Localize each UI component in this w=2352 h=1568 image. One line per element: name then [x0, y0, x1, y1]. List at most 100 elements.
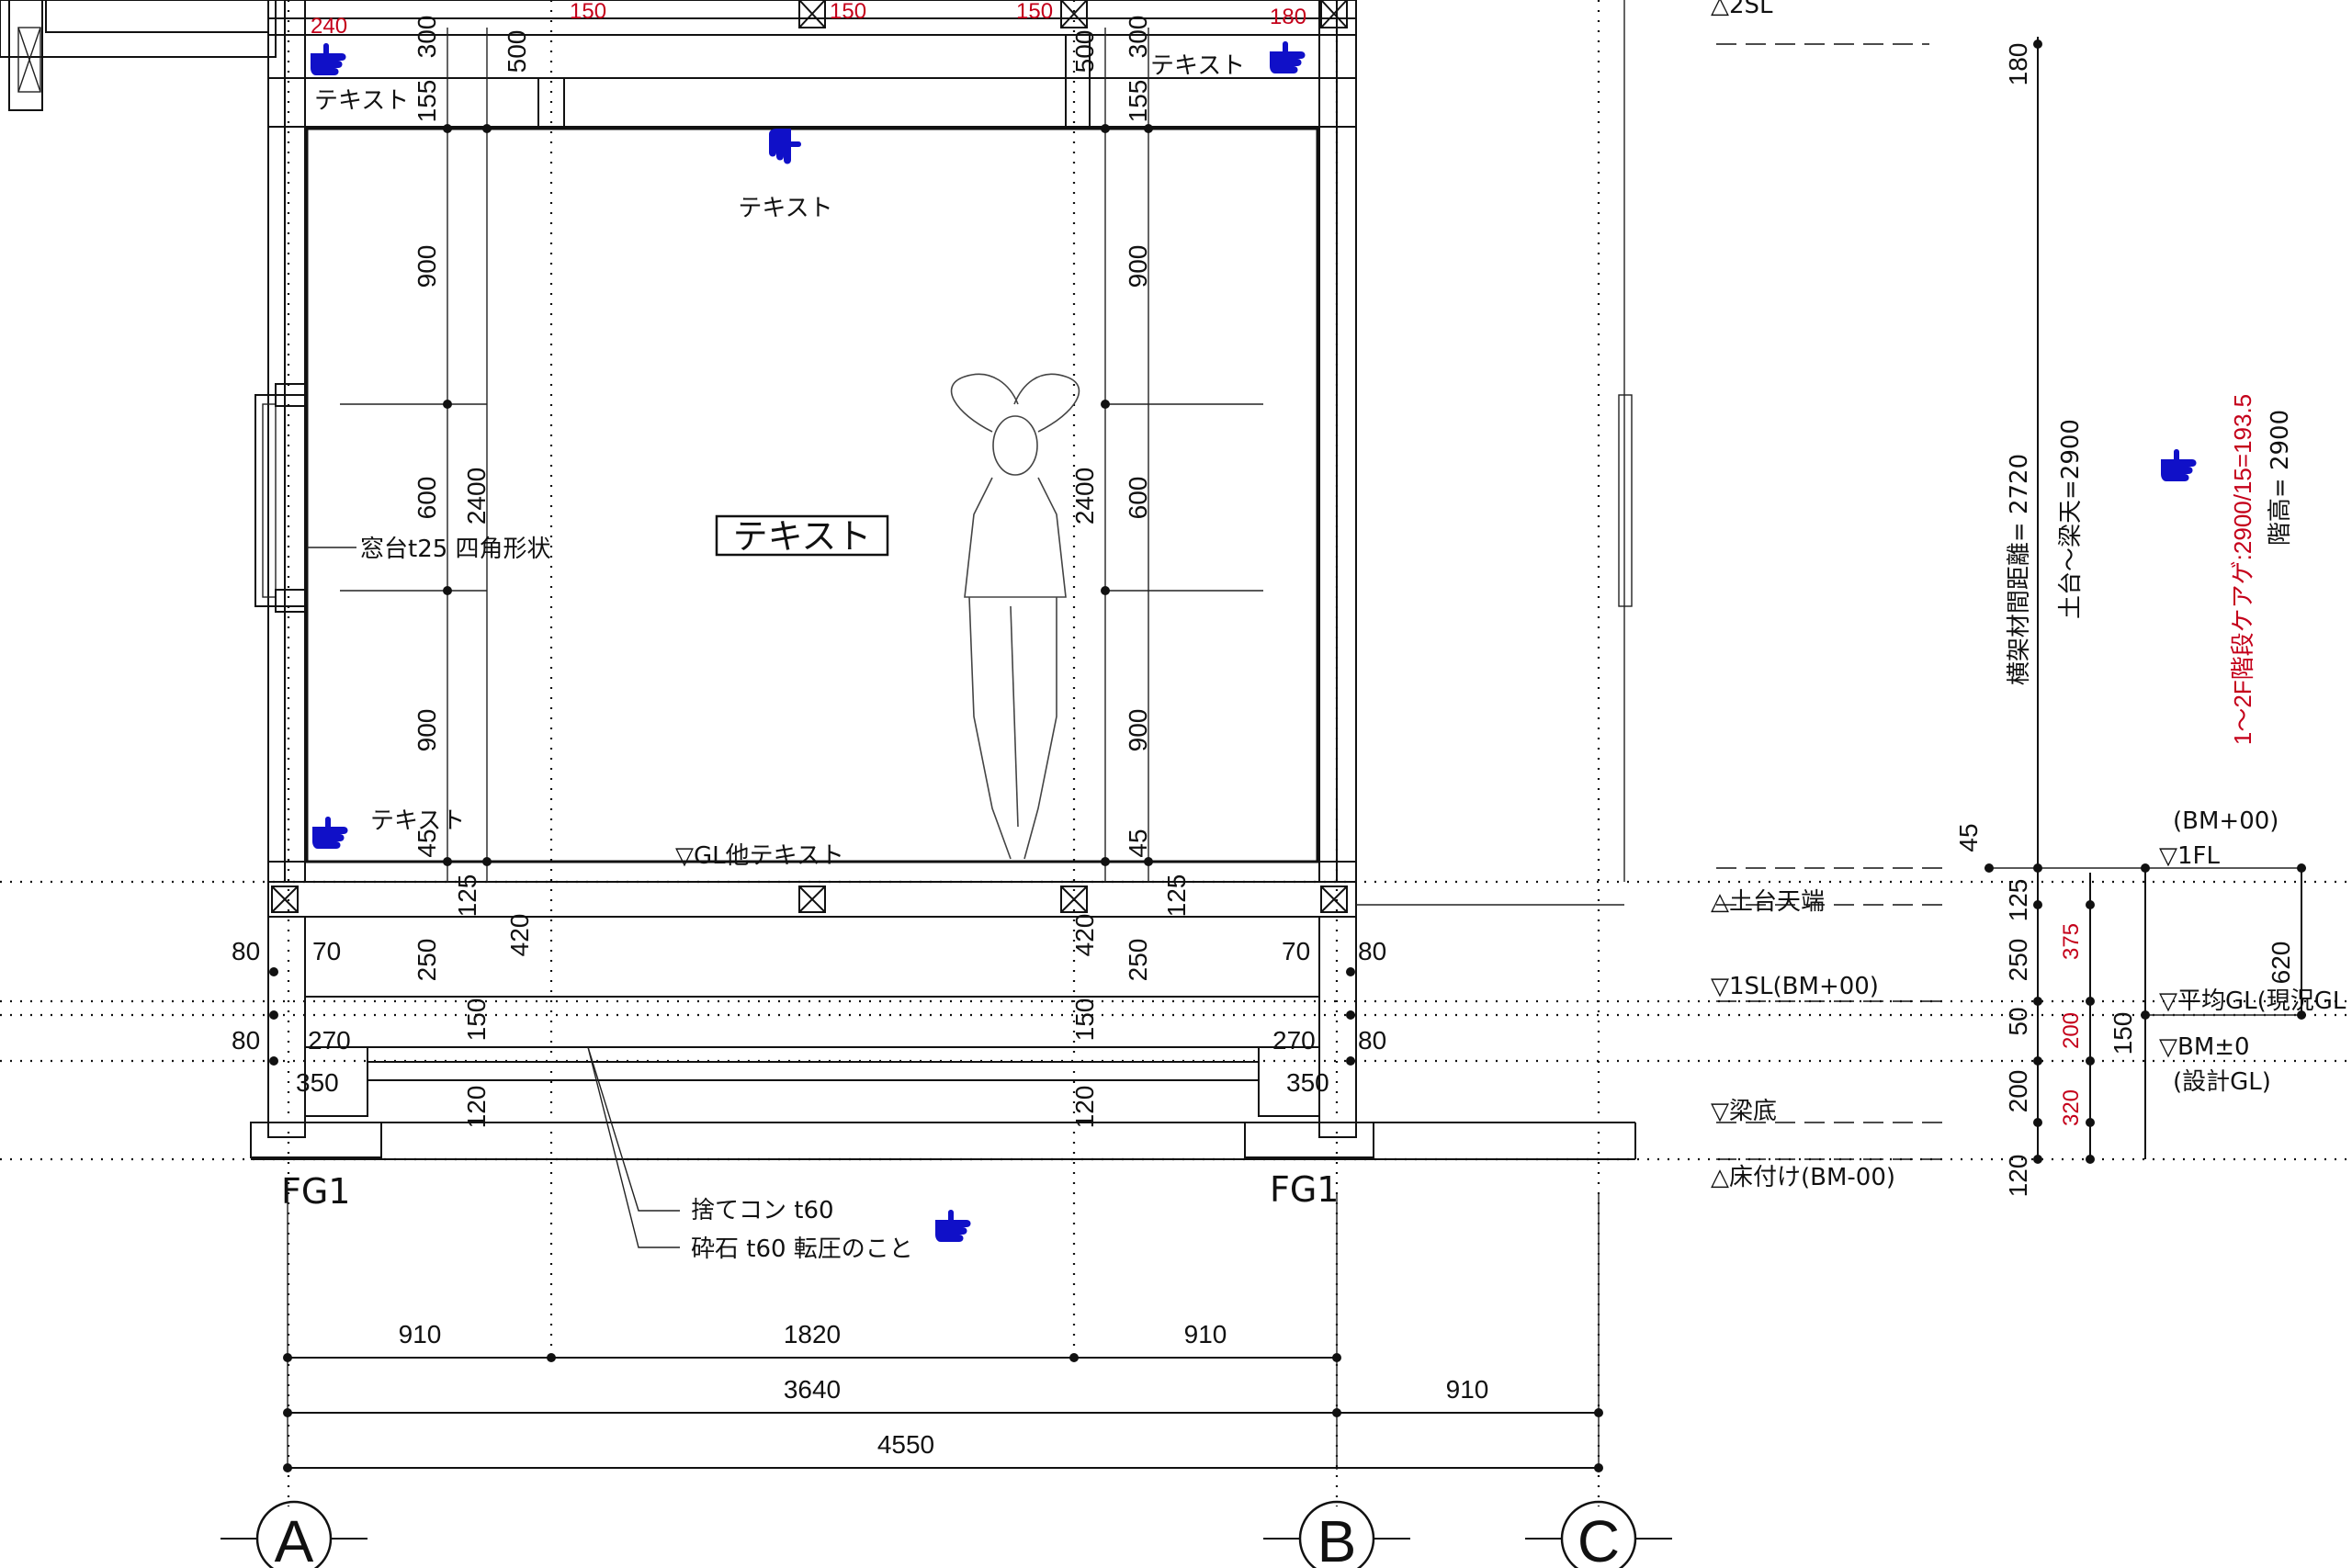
callout-top-left: テキスト: [314, 87, 409, 115]
dimension-point: [1346, 967, 1355, 976]
dim-foundation: 350: [296, 1068, 339, 1097]
dimension-point: [1594, 1408, 1603, 1417]
dim-wall: 900: [413, 245, 441, 288]
grid-bubble-c: C: [1525, 1500, 1672, 1568]
dimension-point: [2086, 1118, 2095, 1127]
dimension-point: [2141, 863, 2150, 873]
pointing-hand-icon: [769, 129, 801, 164]
dimension-point: [482, 124, 492, 133]
bottom-dimensions: 910 1820 910 3640 910 4550: [399, 1320, 1489, 1459]
dimension-point: [2086, 900, 2095, 909]
dim-level: 200: [2004, 1070, 2032, 1113]
dimension-point: [2086, 1155, 2095, 1164]
note-kaidaka: 階高= 2900: [2267, 410, 2294, 546]
dim-bottom: 3640: [784, 1375, 841, 1404]
level-lines: [0, 880, 2352, 1161]
dim-wall: 900: [1124, 245, 1152, 288]
note-dodai-hari: 土台～梁天=2900: [2057, 419, 2085, 619]
dimension-point: [269, 1010, 278, 1020]
dim-top: 500: [503, 30, 531, 73]
pointing-hand-icon: [312, 817, 348, 849]
grid-label-b: B: [1317, 1508, 1357, 1568]
dim-top-red: 150: [1016, 0, 1053, 24]
dimension-point: [443, 586, 452, 595]
dim-foundation: 150: [1070, 998, 1099, 1042]
dim-foundation: 250: [1124, 939, 1152, 982]
dim-level-red: 200: [2059, 1012, 2084, 1049]
grid-bubble-b: B: [1263, 1500, 1410, 1568]
callout-top-center: テキスト: [738, 195, 832, 222]
dim-top-red: 180: [1270, 5, 1306, 29]
foundation: [250, 916, 1636, 1248]
dimension-point: [1346, 1010, 1355, 1020]
dim-level-red: 375: [2059, 923, 2084, 960]
dimension-point: [443, 124, 452, 133]
dimension-point: [1594, 1463, 1603, 1472]
dim-wall: 125: [1162, 874, 1191, 918]
dimension-point: [443, 400, 452, 409]
dimension-point: [547, 1353, 556, 1362]
dim-level: 50: [2004, 1007, 2032, 1035]
dimension-point: [1101, 124, 1110, 133]
dim-bottom: 4550: [877, 1430, 934, 1459]
pointing-hand-icon: [1270, 41, 1306, 73]
dimension-points: [269, 39, 2306, 1472]
dimension-point: [283, 1463, 292, 1472]
dim-foundation: 80: [1358, 937, 1386, 965]
window-sill-note: 窓台t25 四角形状: [360, 536, 551, 563]
dimension-lines: [287, 28, 2306, 1470]
dim-foundation: 80: [232, 1026, 260, 1055]
dimension-point: [1332, 1353, 1341, 1362]
callout-top-right: テキスト: [1150, 52, 1245, 80]
level-1fl: ▽1FL: [2159, 842, 2220, 870]
grid-label-a: A: [275, 1508, 314, 1568]
level-yuka: △床付け(BM-00): [1711, 1164, 1895, 1191]
dimension-point: [1101, 400, 1110, 409]
dimension-point: [1984, 863, 1994, 873]
dim-wall: 45: [1124, 829, 1152, 857]
dim-wall: 900: [413, 709, 441, 752]
dim-wall: 600: [1124, 477, 1152, 520]
wall-dimensions-right: 900 600 900 2400 45 125: [1070, 245, 1191, 918]
dimension-point: [1101, 857, 1110, 866]
dim-foundation: 80: [232, 937, 260, 965]
dimension-point: [283, 1353, 292, 1362]
dimension-point: [2033, 1056, 2042, 1066]
level-1sl: ▽1SL(BM+00): [1711, 973, 1879, 1000]
level-bm00: (BM+00): [2173, 807, 2278, 835]
dim-bottom: 910: [1446, 1375, 1489, 1404]
level-design-gl: (設計GL): [2173, 1068, 2271, 1096]
dimension-point: [2033, 39, 2042, 49]
dimension-point: [1332, 1408, 1341, 1417]
dim-foundation: 150: [462, 998, 491, 1042]
grid-bubble-a: A: [220, 1500, 368, 1568]
note-stair: 1～2F階段ケアゲ:2900/15=193.5: [2229, 394, 2256, 745]
pointing-hand-icon: [2161, 449, 2197, 481]
foundation-note-1: 捨てコン t60: [691, 1197, 834, 1224]
room-label: テキスト: [715, 514, 889, 557]
level-dodai: △土台天端: [1711, 888, 1825, 916]
floor-note: ▽GL他テキスト: [675, 842, 844, 870]
dimension-point: [2141, 1010, 2150, 1020]
dim-bottom: 910: [1184, 1320, 1227, 1348]
footing-label-right: FG1: [1270, 1169, 1339, 1210]
dim-top-red: 150: [570, 0, 606, 24]
dim-foundation: 70: [312, 937, 341, 965]
dim-level: 45: [1954, 823, 1983, 852]
grid-bubbles: A B C: [220, 1500, 1672, 1568]
dim-top: 300: [1124, 16, 1152, 59]
dimension-point: [2033, 863, 2042, 873]
dim-foundation: 270: [308, 1026, 351, 1055]
level-average-gl: ▽平均GL(現況GL: [2159, 987, 2346, 1015]
dimension-point: [443, 857, 452, 866]
dim-foundation: 350: [1286, 1068, 1329, 1097]
dim-wall: 600: [413, 477, 441, 520]
level-bm0: ▽BM±0: [2159, 1033, 2250, 1061]
dim-foundation: 70: [1282, 937, 1310, 965]
dim-wall: 900: [1124, 709, 1152, 752]
dim-level-red: 320: [2059, 1089, 2084, 1126]
dim-level: 250: [2004, 939, 2032, 982]
dim-top-red: 150: [830, 0, 866, 24]
dimension-point: [1346, 1056, 1355, 1066]
dim-foundation: 250: [413, 939, 441, 982]
